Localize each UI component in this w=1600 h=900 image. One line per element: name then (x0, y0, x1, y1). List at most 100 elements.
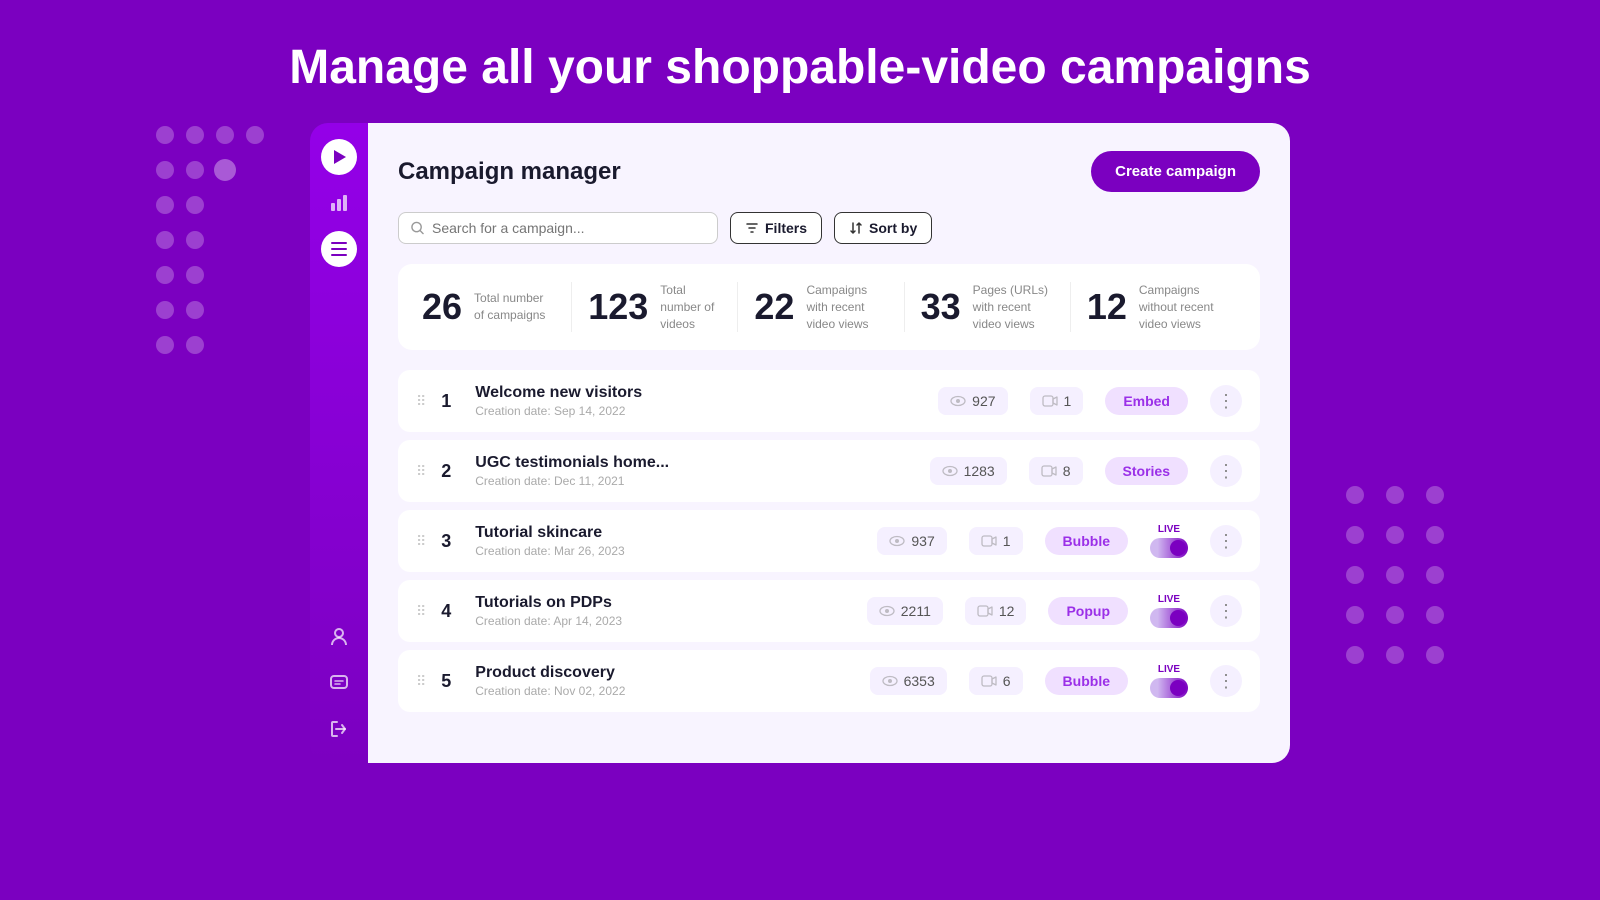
stat-item-3: 33 Pages (URLs) with recent video views (905, 282, 1071, 332)
panel-header: Campaign manager Create campaign (398, 151, 1260, 192)
sidebar-icon-chart[interactable] (321, 185, 357, 221)
views-badge-2: 937 (877, 527, 946, 555)
campaign-info-0: Welcome new visitors Creation date: Sep … (475, 384, 924, 418)
live-label-3: LIVE (1158, 594, 1180, 605)
videos-badge-2: 1 (969, 527, 1023, 555)
campaign-date-3: Creation date: Apr 14, 2023 (475, 614, 853, 628)
sidebar (310, 123, 368, 763)
toggle-track-4[interactable] (1150, 678, 1188, 698)
sidebar-icon-chat[interactable] (321, 665, 357, 701)
campaign-date-4: Creation date: Nov 02, 2022 (475, 684, 855, 698)
drag-handle-1[interactable]: ⠿ (416, 463, 427, 480)
live-label-2: LIVE (1158, 524, 1180, 535)
stat-item-1: 123 Total number of videos (572, 282, 738, 332)
sort-button[interactable]: Sort by (834, 212, 932, 244)
stat-number-4: 12 (1087, 286, 1127, 328)
more-button-0[interactable]: ⋮ (1210, 385, 1242, 417)
main-panel: Campaign manager Create campaign Filters (368, 123, 1290, 763)
search-box (398, 212, 718, 244)
stats-bar: 26 Total number of campaigns 123 Total n… (398, 264, 1260, 350)
drag-handle-3[interactable]: ⠿ (416, 603, 427, 620)
videos-badge-3: 12 (965, 597, 1027, 625)
eye-icon-4 (882, 673, 898, 689)
create-campaign-button[interactable]: Create campaign (1091, 151, 1260, 192)
live-toggle-2[interactable]: LIVE (1150, 524, 1188, 558)
type-badge-3: Popup (1048, 597, 1128, 625)
sidebar-icon-menu[interactable] (321, 231, 357, 267)
campaign-name-3: Tutorials on PDPs (475, 594, 853, 612)
campaign-row: ⠿ 3 Tutorial skincare Creation date: Mar… (398, 510, 1260, 572)
main-layout: Campaign manager Create campaign Filters (310, 123, 1290, 763)
row-num-2: 3 (441, 531, 461, 552)
stat-label-4: Campaigns without recent video views (1139, 282, 1220, 332)
campaign-info-3: Tutorials on PDPs Creation date: Apr 14,… (475, 594, 853, 628)
row-num-1: 2 (441, 461, 461, 482)
views-badge-0: 927 (938, 387, 1007, 415)
more-button-4[interactable]: ⋮ (1210, 665, 1242, 697)
sidebar-icon-person[interactable] (321, 619, 357, 655)
videos-badge-4: 6 (969, 667, 1023, 695)
views-badge-4: 6353 (870, 667, 947, 695)
stat-number-0: 26 (422, 286, 462, 328)
type-badge-2: Bubble (1045, 527, 1128, 555)
campaign-name-4: Product discovery (475, 664, 855, 682)
eye-icon-0 (950, 393, 966, 409)
drag-handle-4[interactable]: ⠿ (416, 673, 427, 690)
filters-label: Filters (765, 220, 807, 236)
stat-item-2: 22 Campaigns with recent video views (738, 282, 904, 332)
toggle-track-2[interactable] (1150, 538, 1188, 558)
campaign-row: ⠿ 4 Tutorials on PDPs Creation date: Apr… (398, 580, 1260, 642)
more-button-1[interactable]: ⋮ (1210, 455, 1242, 487)
drag-handle-2[interactable]: ⠿ (416, 533, 427, 550)
stat-item-4: 12 Campaigns without recent video views (1071, 282, 1236, 332)
campaign-date-2: Creation date: Mar 26, 2023 (475, 544, 863, 558)
row-num-4: 5 (441, 671, 461, 692)
live-label-4: LIVE (1158, 664, 1180, 675)
toggle-track-3[interactable] (1150, 608, 1188, 628)
video-icon-1 (1041, 463, 1057, 479)
campaign-info-4: Product discovery Creation date: Nov 02,… (475, 664, 855, 698)
campaign-name-2: Tutorial skincare (475, 524, 863, 542)
type-badge-1: Stories (1105, 457, 1188, 485)
sort-label: Sort by (869, 220, 917, 236)
live-toggle-4[interactable]: LIVE (1150, 664, 1188, 698)
page-title: Manage all your shoppable-video campaign… (289, 40, 1311, 95)
stat-label-3: Pages (URLs) with recent video views (973, 282, 1054, 332)
stat-number-2: 22 (754, 286, 794, 328)
search-input[interactable] (432, 220, 705, 236)
video-icon-3 (977, 603, 993, 619)
videos-badge-1: 8 (1029, 457, 1083, 485)
type-badge-4: Bubble (1045, 667, 1128, 695)
row-num-0: 1 (441, 391, 461, 412)
campaign-list: ⠿ 1 Welcome new visitors Creation date: … (398, 370, 1260, 712)
sidebar-icon-logout[interactable] (321, 711, 357, 747)
video-icon-4 (981, 673, 997, 689)
sidebar-icon-play[interactable] (321, 139, 357, 175)
campaign-date-0: Creation date: Sep 14, 2022 (475, 404, 924, 418)
drag-handle-0[interactable]: ⠿ (416, 393, 427, 410)
campaign-row: ⠿ 1 Welcome new visitors Creation date: … (398, 370, 1260, 432)
stat-label-2: Campaigns with recent video views (806, 282, 887, 332)
filters-button[interactable]: Filters (730, 212, 822, 244)
views-badge-3: 2211 (867, 597, 943, 625)
more-button-3[interactable]: ⋮ (1210, 595, 1242, 627)
campaign-name-0: Welcome new visitors (475, 384, 924, 402)
stat-item-0: 26 Total number of campaigns (422, 282, 572, 332)
videos-badge-0: 1 (1030, 387, 1084, 415)
views-badge-1: 1283 (930, 457, 1007, 485)
campaign-info-2: Tutorial skincare Creation date: Mar 26,… (475, 524, 863, 558)
campaign-row: ⠿ 2 UGC testimonials home... Creation da… (398, 440, 1260, 502)
type-badge-0: Embed (1105, 387, 1188, 415)
campaign-info-1: UGC testimonials home... Creation date: … (475, 454, 915, 488)
panel-title: Campaign manager (398, 158, 621, 186)
toolbar-row: Filters Sort by (398, 212, 1260, 244)
eye-icon-3 (879, 603, 895, 619)
video-icon-0 (1042, 393, 1058, 409)
campaign-name-1: UGC testimonials home... (475, 454, 915, 472)
stat-number-1: 123 (588, 286, 648, 328)
search-icon (411, 221, 424, 235)
campaign-row: ⠿ 5 Product discovery Creation date: Nov… (398, 650, 1260, 712)
more-button-2[interactable]: ⋮ (1210, 525, 1242, 557)
stat-number-3: 33 (921, 286, 961, 328)
live-toggle-3[interactable]: LIVE (1150, 594, 1188, 628)
